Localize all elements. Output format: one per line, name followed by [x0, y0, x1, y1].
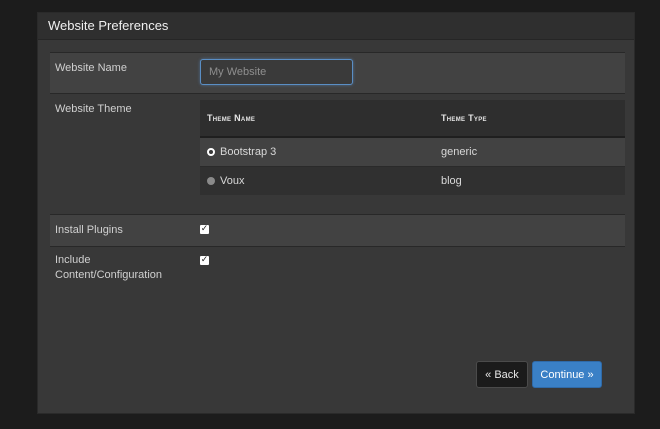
theme-table-header-row: Theme Name Theme Type	[200, 100, 625, 138]
radio-selected-icon[interactable]	[207, 148, 215, 156]
radio-unselected-icon[interactable]	[207, 177, 215, 185]
theme-row-voux[interactable]: Voux blog	[200, 166, 625, 195]
include-content-label-line2: Content/Configuration	[55, 269, 163, 281]
back-button[interactable]: « Back	[476, 361, 528, 388]
theme-row-bootstrap-3[interactable]: Bootstrap 3 generic	[200, 136, 625, 167]
include-content-checkbox[interactable]: ✓	[200, 256, 209, 265]
website-theme-row: Website Theme Theme Name Theme Type Boot…	[50, 94, 625, 215]
include-content-row: Include Content/Configuration ✓	[50, 247, 625, 307]
website-name-row: Website Name	[50, 52, 625, 94]
theme-name-text: Voux	[220, 175, 245, 187]
theme-table: Theme Name Theme Type Bootstrap 3 generi…	[200, 100, 625, 195]
website-preferences-panel: Website Preferences Website Name Website…	[37, 12, 635, 414]
theme-name-text: Bootstrap 3	[220, 146, 277, 158]
include-content-label-line1: Include	[55, 254, 91, 266]
panel-header: Website Preferences	[38, 13, 634, 40]
theme-type-cell: blog	[434, 166, 625, 195]
theme-name-cell: Bootstrap 3	[200, 136, 434, 167]
include-content-label: Include Content/Configuration	[55, 253, 162, 283]
website-name-label: Website Name	[55, 62, 127, 74]
column-header-theme-name: Theme Name	[200, 100, 434, 138]
column-header-theme-type: Theme Type	[434, 100, 625, 138]
install-plugins-row: Install Plugins ✓	[50, 214, 625, 247]
panel-title: Website Preferences	[48, 18, 169, 33]
website-name-input[interactable]	[200, 59, 353, 85]
theme-type-cell: generic	[434, 136, 625, 167]
theme-name-cell: Voux	[200, 166, 434, 195]
website-theme-label: Website Theme	[55, 103, 132, 115]
continue-button[interactable]: Continue »	[532, 361, 602, 388]
install-plugins-label: Install Plugins	[55, 224, 123, 236]
install-plugins-checkbox[interactable]: ✓	[200, 225, 209, 234]
